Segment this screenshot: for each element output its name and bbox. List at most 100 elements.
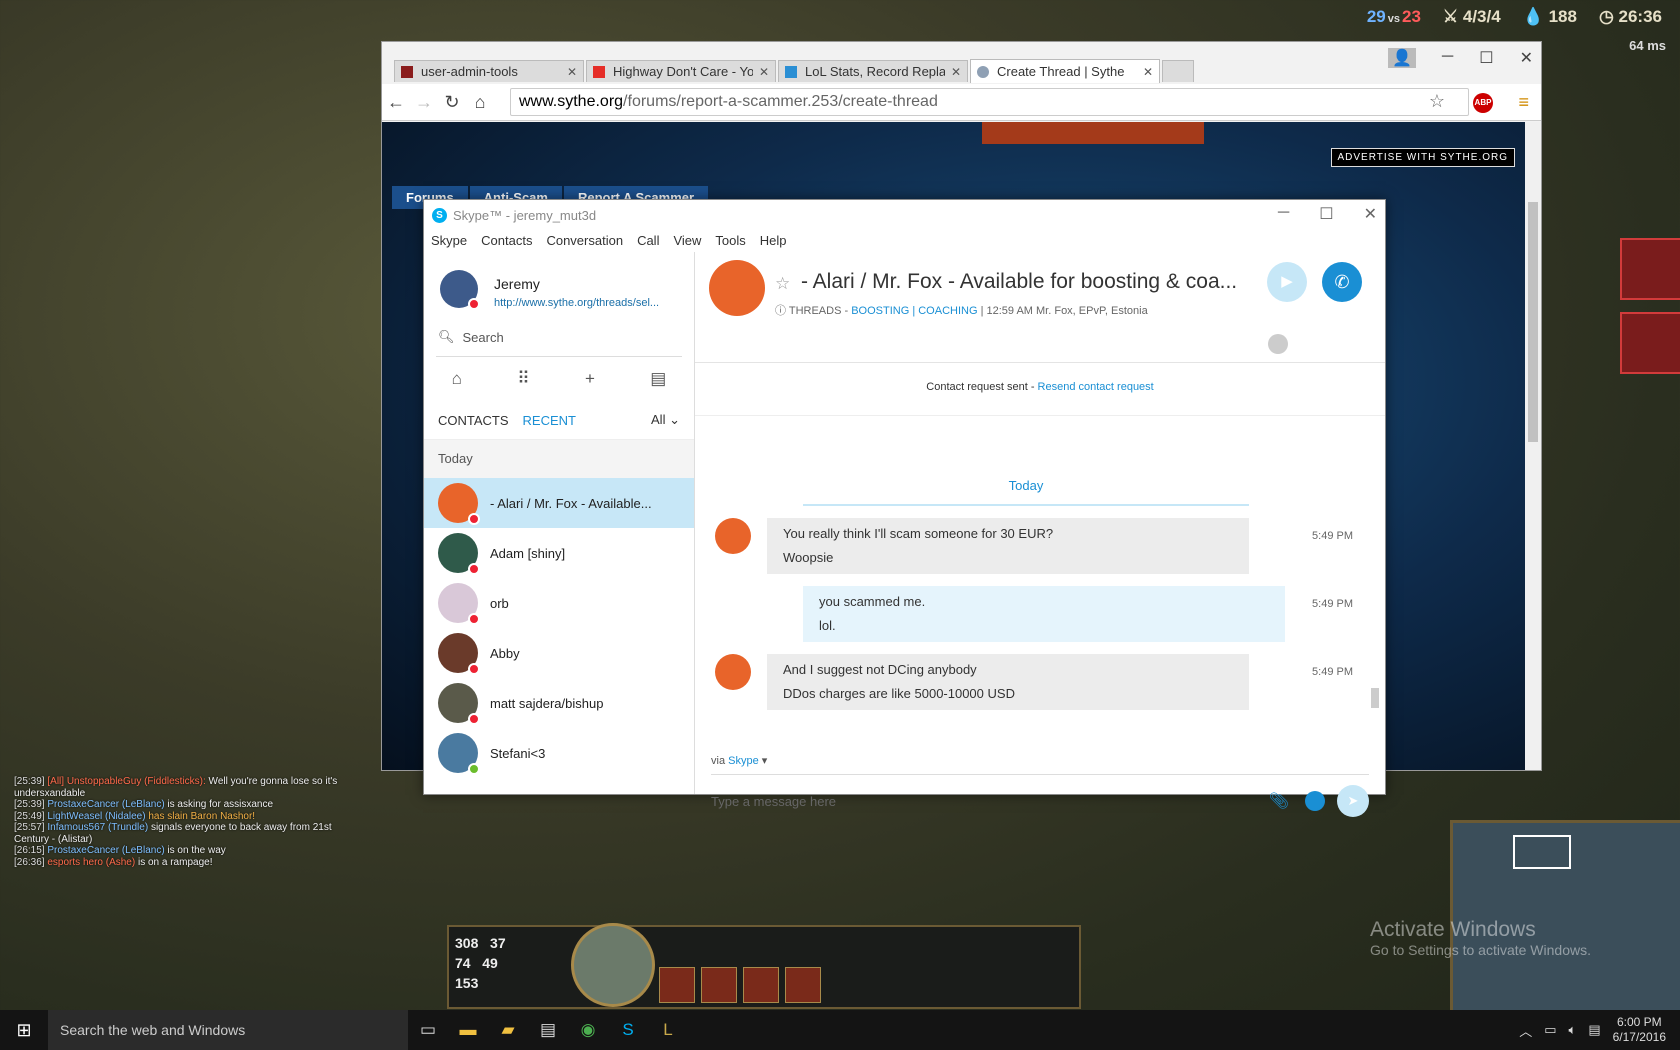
- voice-call-button[interactable]: ✆: [1322, 262, 1362, 302]
- menu-skype[interactable]: Skype: [431, 233, 467, 248]
- attachment-icon[interactable]: 📎︎: [1269, 791, 1289, 811]
- video-call-button[interactable]: ▶: [1267, 262, 1307, 302]
- conversation-header: ☆ - Alari / Mr. Fox - Available for boos…: [695, 252, 1385, 363]
- list-item[interactable]: - Alari / Mr. Fox - Available...: [424, 478, 694, 528]
- scrollbar-thumb[interactable]: [1528, 202, 1538, 442]
- folder-icon[interactable]: ▰: [488, 1010, 528, 1050]
- adblock-icon[interactable]: ABP: [1473, 93, 1493, 113]
- reload-button[interactable]: ↻: [438, 92, 466, 113]
- network-icon[interactable]: ▭: [1544, 1022, 1556, 1038]
- volume-icon[interactable]: 🔈︎: [1569, 1022, 1577, 1038]
- skype-icon[interactable]: S: [608, 1010, 648, 1050]
- list-item[interactable]: matt sajdera/bishup: [424, 678, 694, 728]
- enemy-portrait[interactable]: [1620, 238, 1680, 300]
- start-button[interactable]: ⊞: [0, 1010, 48, 1050]
- via-dropdown[interactable]: Skype: [728, 755, 759, 767]
- chrome-icon[interactable]: ◉: [568, 1010, 608, 1050]
- ability-r[interactable]: [785, 967, 821, 1003]
- menu-view[interactable]: View: [673, 233, 701, 248]
- close-button[interactable]: ✕: [1364, 204, 1377, 224]
- maximize-button[interactable]: ☐: [1479, 48, 1493, 68]
- list-item[interactable]: Adam [shiny]: [424, 528, 694, 578]
- taskbar-search[interactable]: Search the web and Windows: [48, 1010, 408, 1050]
- clock[interactable]: 6:00 PM 6/17/2016: [1613, 1015, 1666, 1045]
- advertise-link[interactable]: ADVERTISE WITH SYTHE.ORG: [1330, 148, 1515, 167]
- profile[interactable]: Jeremy http://www.sythe.org/threads/sel.…: [424, 252, 694, 318]
- menu-conversation[interactable]: Conversation: [546, 233, 623, 248]
- mood-link[interactable]: BOOSTING | COACHING: [851, 305, 977, 317]
- search-input[interactable]: Search: [463, 330, 504, 345]
- close-button[interactable]: ✕: [1520, 48, 1533, 68]
- chevron-up-icon[interactable]: ︿: [1519, 1021, 1532, 1040]
- activate-windows-watermark: Activate Windows Go to Settings to activ…: [1370, 918, 1591, 958]
- send-button[interactable]: ➤: [1337, 785, 1369, 817]
- avatar: [438, 633, 480, 675]
- menu-call[interactable]: Call: [637, 233, 659, 248]
- contact-name: Abby: [490, 645, 520, 661]
- filter-dropdown[interactable]: All ⌄: [651, 412, 680, 428]
- list-item[interactable]: orb: [424, 578, 694, 628]
- tab-youtube[interactable]: Highway Don't Care - You ✕: [586, 60, 776, 82]
- ability-e[interactable]: [743, 967, 779, 1003]
- minimize-button[interactable]: ─: [1278, 204, 1289, 224]
- mood-message[interactable]: http://www.sythe.org/threads/sel...: [494, 297, 679, 309]
- menu-tools[interactable]: Tools: [715, 233, 745, 248]
- directory-icon[interactable]: ▤: [650, 369, 666, 389]
- close-icon[interactable]: ✕: [561, 65, 577, 79]
- league-icon[interactable]: L: [648, 1010, 688, 1050]
- home-icon[interactable]: ⌂: [452, 369, 462, 389]
- notification-icon[interactable]: ▤: [1588, 1022, 1600, 1038]
- contact-avatar[interactable]: [709, 260, 765, 316]
- resend-request-link[interactable]: Resend contact request: [1038, 381, 1154, 393]
- window-title: Skype™ - jeremy_mut3d: [453, 207, 597, 223]
- ability-bar: [659, 967, 821, 1003]
- address-bar[interactable]: www.sythe.org/forums/report-a-scammer.25…: [510, 88, 1469, 116]
- ability-q[interactable]: [659, 967, 695, 1003]
- browser-toolbar: ← → ↻ ⌂ www.sythe.org/forums/report-a-sc…: [382, 84, 1541, 121]
- scrollbar-thumb[interactable]: [1371, 688, 1379, 708]
- menu-help[interactable]: Help: [760, 233, 787, 248]
- app-icon[interactable]: ▤: [528, 1010, 568, 1050]
- avatar[interactable]: [440, 270, 480, 310]
- minimize-button[interactable]: ─: [1442, 48, 1453, 68]
- avatar: [438, 683, 480, 725]
- list-item[interactable]: Stefani<3: [424, 728, 694, 778]
- tab-contacts[interactable]: CONTACTS: [438, 413, 509, 428]
- list-item[interactable]: Abby: [424, 628, 694, 678]
- message-time: 5:49 PM: [1312, 666, 1353, 678]
- menu-icon[interactable]: ≡: [1518, 92, 1529, 113]
- close-icon[interactable]: ✕: [753, 65, 769, 79]
- menu-contacts[interactable]: Contacts: [481, 233, 532, 248]
- tab-create-thread[interactable]: Create Thread | Sythe ✕: [970, 59, 1160, 83]
- home-button[interactable]: ⌂: [466, 92, 494, 113]
- tab-recent[interactable]: RECENT: [523, 413, 576, 428]
- enemy-portrait[interactable]: [1620, 312, 1680, 374]
- url-host: www.sythe.org: [519, 93, 624, 110]
- message-avatar: [715, 518, 751, 554]
- status-busy-icon: [468, 563, 480, 575]
- new-tab-button[interactable]: [1162, 60, 1194, 82]
- emoticon-icon[interactable]: [1305, 791, 1325, 811]
- add-icon[interactable]: +: [585, 369, 595, 389]
- dialpad-icon[interactable]: ⠿: [517, 369, 529, 389]
- message-bubble: And I suggest not DCing anybody DDos char…: [767, 654, 1249, 710]
- page-scrollbar[interactable]: [1525, 122, 1541, 770]
- ability-w[interactable]: [701, 967, 737, 1003]
- search-box[interactable]: 🔍︎ Search: [436, 318, 682, 357]
- tab-user-admin-tools[interactable]: user-admin-tools ✕: [394, 60, 584, 82]
- forward-button[interactable]: →: [410, 92, 438, 113]
- chat-line: [26:15] ProstaxeCancer (LeBlanc) is on t…: [14, 845, 226, 856]
- task-view-icon[interactable]: ▭: [408, 1010, 448, 1050]
- back-button[interactable]: ←: [382, 92, 410, 113]
- status-busy-icon: [468, 298, 480, 310]
- user-icon[interactable]: 👤: [1387, 48, 1416, 68]
- close-icon[interactable]: ✕: [1137, 65, 1153, 79]
- maximize-button[interactable]: ☐: [1319, 204, 1333, 224]
- file-explorer-icon[interactable]: ▬: [448, 1010, 488, 1050]
- message-input[interactable]: Type a message here: [711, 794, 836, 809]
- tab-lol-stats[interactable]: LoL Stats, Record Replay, I✕: [778, 60, 968, 82]
- favorite-star-icon[interactable]: ☆: [775, 274, 790, 294]
- bookmark-star-icon[interactable]: ☆: [1429, 91, 1445, 112]
- message-scrollbar[interactable]: [1369, 466, 1381, 726]
- close-icon[interactable]: ✕: [945, 65, 961, 79]
